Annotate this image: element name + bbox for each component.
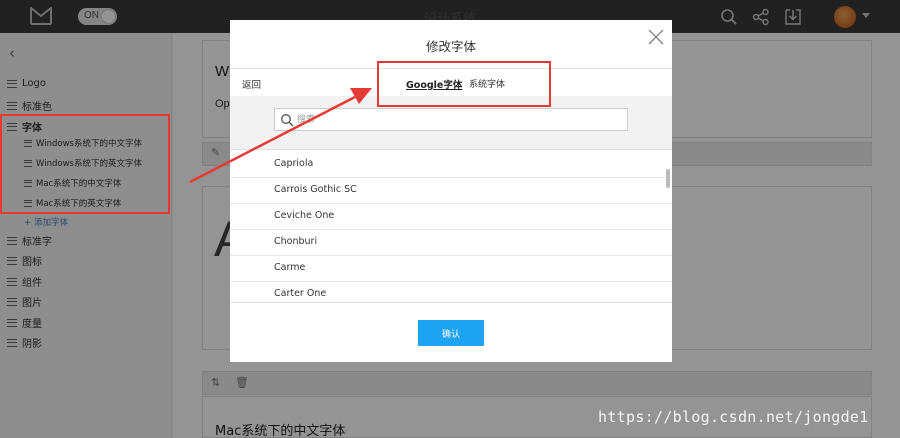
annotation-arrow <box>189 88 372 184</box>
watermark-text: https://blog.csdn.net/jongde1 <box>598 408 869 426</box>
